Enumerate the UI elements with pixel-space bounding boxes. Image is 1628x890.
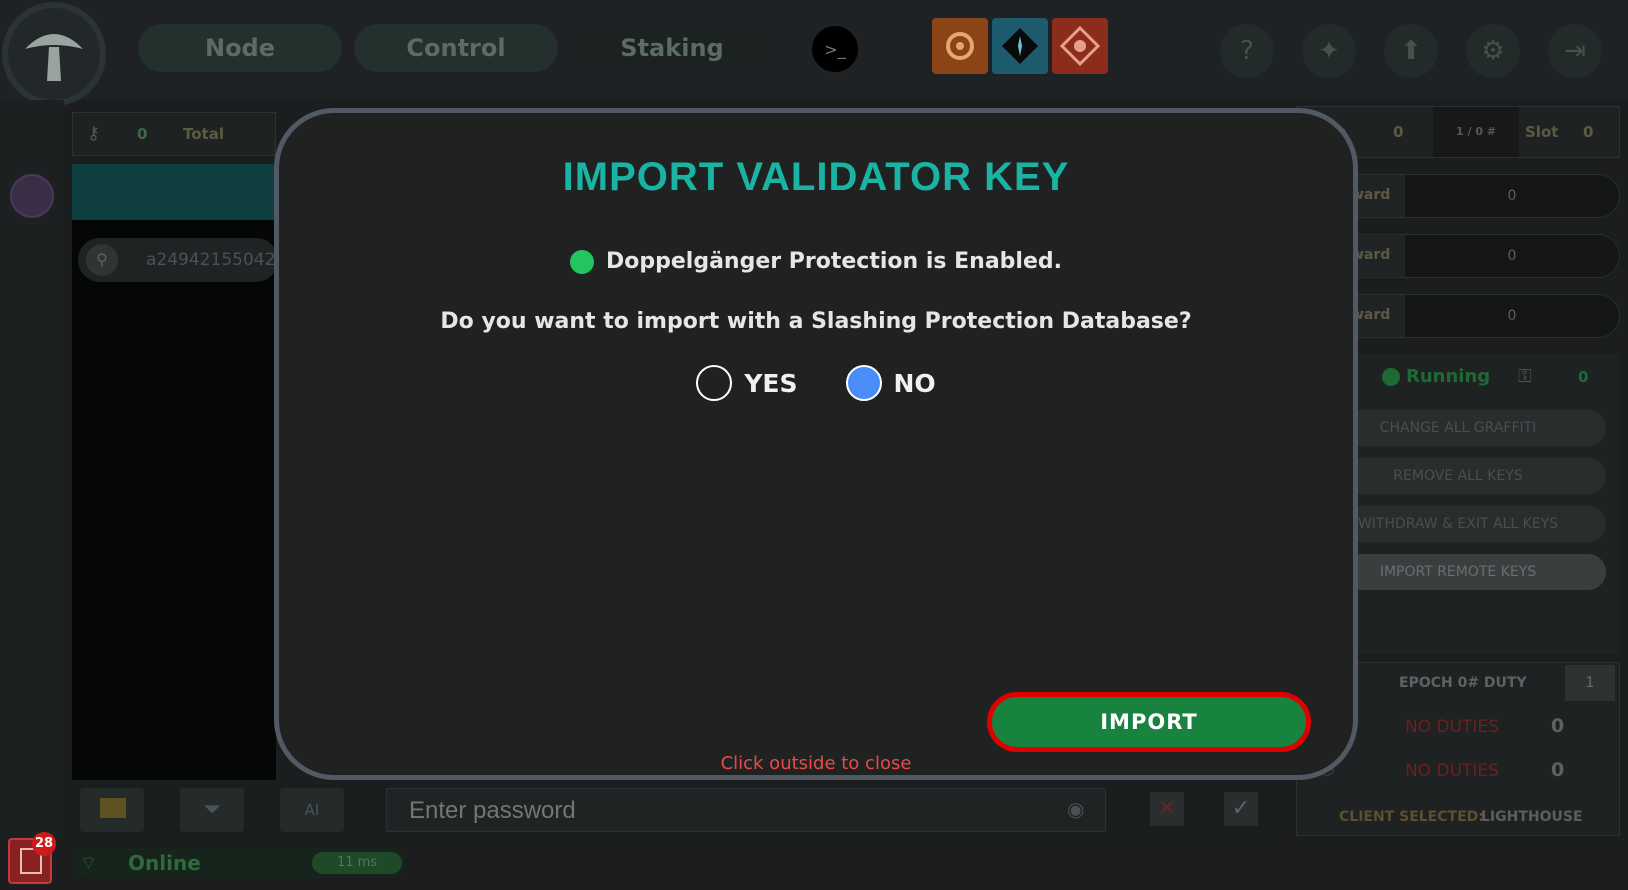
radio-no[interactable]: NO [845,365,936,401]
radio-yes-label: YES [744,368,798,398]
radio-no-circle[interactable] [845,365,882,401]
doppelganger-status: Doppelgänger Protection is Enabled. [279,249,1353,274]
radio-yes[interactable]: YES [696,365,798,401]
slashing-protection-options: YES NO [279,365,1353,401]
close-hint: Click outside to close [720,753,912,774]
slashing-protection-question: Do you want to import with a Slashing Pr… [440,309,1192,334]
import-button[interactable]: IMPORT [987,692,1311,752]
modal-backdrop[interactable]: IMPORT VALIDATOR KEY Doppelgänger Protec… [0,0,1628,890]
status-dot-icon [570,249,594,274]
dialog-title: IMPORT VALIDATOR KEY [562,155,1070,199]
doppelganger-status-text: Doppelgänger Protection is Enabled. [606,249,1062,274]
radio-yes-circle[interactable] [696,365,733,401]
import-validator-key-dialog: IMPORT VALIDATOR KEY Doppelgänger Protec… [274,108,1358,780]
radio-no-label: NO [893,368,936,398]
